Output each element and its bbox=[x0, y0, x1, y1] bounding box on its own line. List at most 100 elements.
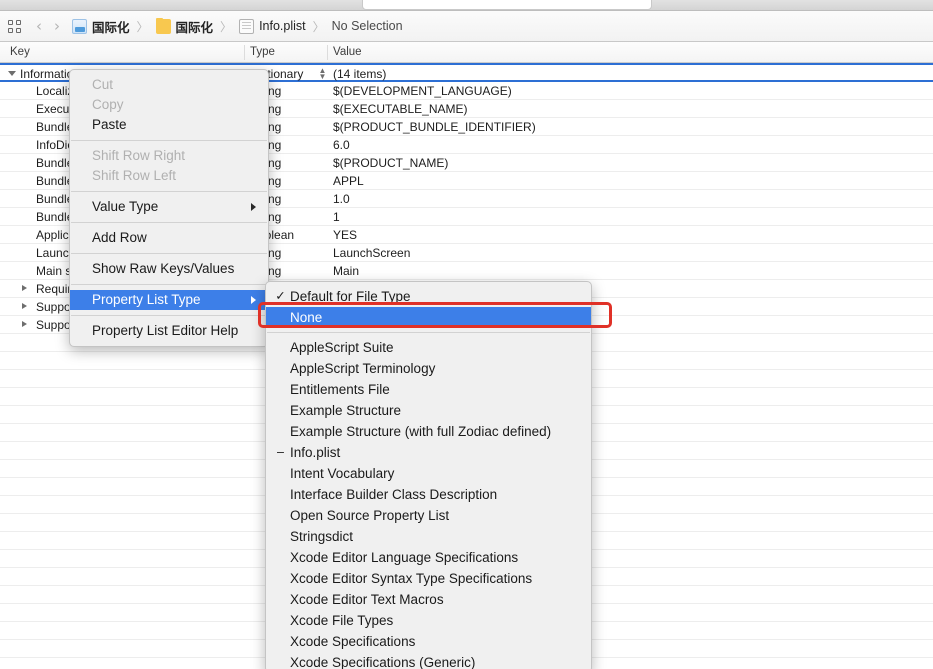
column-header-key[interactable]: Key bbox=[10, 46, 30, 58]
menu-item-property-list-editor-help[interactable]: Property List Editor Help bbox=[70, 321, 268, 341]
menu-item-cut: Cut bbox=[70, 75, 268, 95]
menu-item-property-list-type[interactable]: Property List Type bbox=[70, 290, 268, 310]
submenu-item-default-for-file-type[interactable]: ✓ Default for File Type bbox=[266, 286, 591, 307]
menu-item-label: Shift Row Right bbox=[92, 148, 186, 163]
breadcrumb-label-folder: 国际化 bbox=[175, 20, 214, 35]
cell-value[interactable]: APPL bbox=[333, 174, 364, 188]
breadcrumb-separator: 〉 bbox=[312, 19, 325, 34]
submenu-item-label: Intent Vocabulary bbox=[290, 466, 395, 481]
submenu-item-label: Stringsdict bbox=[290, 529, 354, 544]
cell-value[interactable]: $(EXECUTABLE_NAME) bbox=[333, 102, 467, 116]
menu-item-label: Property List Editor Help bbox=[92, 323, 239, 338]
submenu-item-label: Xcode Specifications (Generic) bbox=[290, 655, 476, 669]
cell-value[interactable]: (14 items) bbox=[333, 67, 386, 81]
cell-value[interactable]: $(PRODUCT_NAME) bbox=[333, 156, 448, 170]
submenu-item-info-plist[interactable]: – Info.plist bbox=[266, 442, 591, 463]
submenu-item-example-structure[interactable]: Example Structure bbox=[266, 400, 591, 421]
submenu-item-label: Example Structure bbox=[290, 403, 402, 418]
submenu-item-xcode-editor-syntax-type-specifications[interactable]: Xcode Editor Syntax Type Specifications bbox=[266, 568, 591, 589]
cell-value[interactable]: $(PRODUCT_BUNDLE_IDENTIFIER) bbox=[333, 120, 536, 134]
submenu-item-xcode-editor-language-specifications[interactable]: Xcode Editor Language Specifications bbox=[266, 547, 591, 568]
submenu-item-label: Entitlements File bbox=[290, 382, 390, 397]
menu-item-label: Add Row bbox=[92, 230, 147, 245]
submenu-item-entitlements-file[interactable]: Entitlements File bbox=[266, 379, 591, 400]
breadcrumb: ‹ › 国际化 〉 国际化 〉 Info.plist 〉 No Selectio… bbox=[0, 11, 933, 42]
submenu-separator bbox=[267, 332, 590, 333]
cell-value[interactable]: Main bbox=[333, 264, 359, 278]
menu-item-label: Value Type bbox=[92, 199, 159, 214]
menu-item-label: Paste bbox=[92, 117, 127, 132]
submenu-item-xcode-file-types[interactable]: Xcode File Types bbox=[266, 610, 591, 631]
submenu-item-applescript-terminology[interactable]: AppleScript Terminology bbox=[266, 358, 591, 379]
submenu-item-example-structure-with-full-zodiac-defined[interactable]: Example Structure (with full Zodiac defi… bbox=[266, 421, 591, 442]
titlebar-status-pill[interactable] bbox=[362, 0, 652, 10]
folder-icon bbox=[155, 17, 171, 34]
submenu-item-stringsdict[interactable]: Stringsdict bbox=[266, 526, 591, 547]
submenu-item-interface-builder-class-description[interactable]: Interface Builder Class Description bbox=[266, 484, 591, 505]
menu-item-show-raw-keys-values[interactable]: Show Raw Keys/Values bbox=[70, 259, 268, 279]
property-list-type-submenu: ✓ Default for File Type None AppleScript Su… bbox=[265, 281, 592, 669]
dash-mark-icon: – bbox=[277, 445, 284, 459]
submenu-item-label: Xcode File Types bbox=[290, 613, 394, 628]
context-menu: Cut Copy Paste Shift Row Right Shift Row Lef… bbox=[69, 69, 269, 347]
checkmark-icon: ✓ bbox=[275, 289, 286, 303]
breadcrumb-item-file[interactable]: Info.plist bbox=[239, 18, 306, 34]
project-icon bbox=[72, 18, 87, 34]
cell-value[interactable]: YES bbox=[333, 228, 357, 242]
breadcrumb-label-project: 国际化 bbox=[92, 20, 130, 35]
menu-item-label: Copy bbox=[92, 97, 124, 112]
cell-value[interactable]: 6.0 bbox=[333, 138, 350, 152]
cell-value[interactable]: $(DEVELOPMENT_LANGUAGE) bbox=[333, 84, 512, 98]
submenu-item-label: Info.plist bbox=[290, 445, 341, 460]
submenu-arrow-icon bbox=[251, 203, 256, 211]
menu-item-shift-row-right: Shift Row Right bbox=[70, 146, 268, 166]
menu-item-label: Shift Row Left bbox=[92, 168, 177, 183]
menu-item-value-type[interactable]: Value Type bbox=[70, 197, 268, 217]
cell-value[interactable]: 1.0 bbox=[333, 192, 350, 206]
breadcrumb-label-file: Info.plist bbox=[259, 19, 306, 33]
breadcrumb-item-project[interactable]: 国际化 bbox=[72, 17, 130, 36]
submenu-item-label: Open Source Property List bbox=[290, 508, 450, 523]
column-divider[interactable] bbox=[244, 45, 245, 60]
submenu-item-label: Xcode Editor Syntax Type Specifications bbox=[290, 571, 533, 586]
submenu-item-label: Default for File Type bbox=[290, 289, 411, 304]
type-stepper-icon[interactable]: ▲ ▼ bbox=[318, 67, 327, 81]
menu-item-label: Cut bbox=[92, 77, 114, 92]
submenu-item-label: Interface Builder Class Description bbox=[290, 487, 498, 502]
menu-item-label: Property List Type bbox=[92, 292, 201, 307]
back-arrow-icon[interactable]: ‹ bbox=[36, 18, 42, 34]
breadcrumb-separator: 〉 bbox=[136, 19, 149, 34]
submenu-item-none[interactable]: None bbox=[266, 307, 591, 328]
submenu-item-xcode-editor-text-macros[interactable]: Xcode Editor Text Macros bbox=[266, 589, 591, 610]
plist-file-icon bbox=[239, 18, 255, 34]
breadcrumb-separator: 〉 bbox=[220, 19, 233, 34]
breadcrumb-label-selection[interactable]: No Selection bbox=[332, 19, 403, 33]
menu-item-paste[interactable]: Paste bbox=[70, 115, 268, 135]
menu-item-add-row[interactable]: Add Row bbox=[70, 228, 268, 248]
submenu-item-xcode-specifications[interactable]: Xcode Specifications bbox=[266, 631, 591, 652]
column-header-value[interactable]: Value bbox=[333, 46, 362, 58]
column-divider[interactable] bbox=[327, 45, 328, 60]
menu-item-copy: Copy bbox=[70, 95, 268, 115]
column-header-type[interactable]: Type bbox=[250, 46, 275, 58]
cell-value[interactable]: 1 bbox=[333, 210, 340, 224]
menu-separator bbox=[71, 315, 267, 316]
submenu-item-label: AppleScript Terminology bbox=[290, 361, 436, 376]
menu-separator bbox=[71, 140, 267, 141]
submenu-item-intent-vocabulary[interactable]: Intent Vocabulary bbox=[266, 463, 591, 484]
xcode-plist-editor-window: ‹ › 国际化 〉 国际化 〉 Info.plist 〉 No Selectio… bbox=[0, 0, 933, 669]
related-items-icon[interactable] bbox=[8, 19, 23, 34]
submenu-item-label: AppleScript Suite bbox=[290, 340, 394, 355]
submenu-item-xcode-specifications-generic[interactable]: Xcode Specifications (Generic) bbox=[266, 652, 591, 669]
submenu-item-applescript-suite[interactable]: AppleScript Suite bbox=[266, 337, 591, 358]
cell-value[interactable]: LaunchScreen bbox=[333, 246, 410, 260]
forward-arrow-icon[interactable]: › bbox=[54, 18, 60, 34]
submenu-item-label: None bbox=[290, 310, 323, 325]
submenu-arrow-icon bbox=[251, 296, 256, 304]
breadcrumb-item-folder[interactable]: 国际化 bbox=[155, 17, 214, 36]
menu-separator bbox=[71, 284, 267, 285]
window-titlebar bbox=[0, 0, 933, 11]
submenu-item-label: Xcode Specifications bbox=[290, 634, 416, 649]
menu-separator bbox=[71, 253, 267, 254]
submenu-item-open-source-property-list[interactable]: Open Source Property List bbox=[266, 505, 591, 526]
